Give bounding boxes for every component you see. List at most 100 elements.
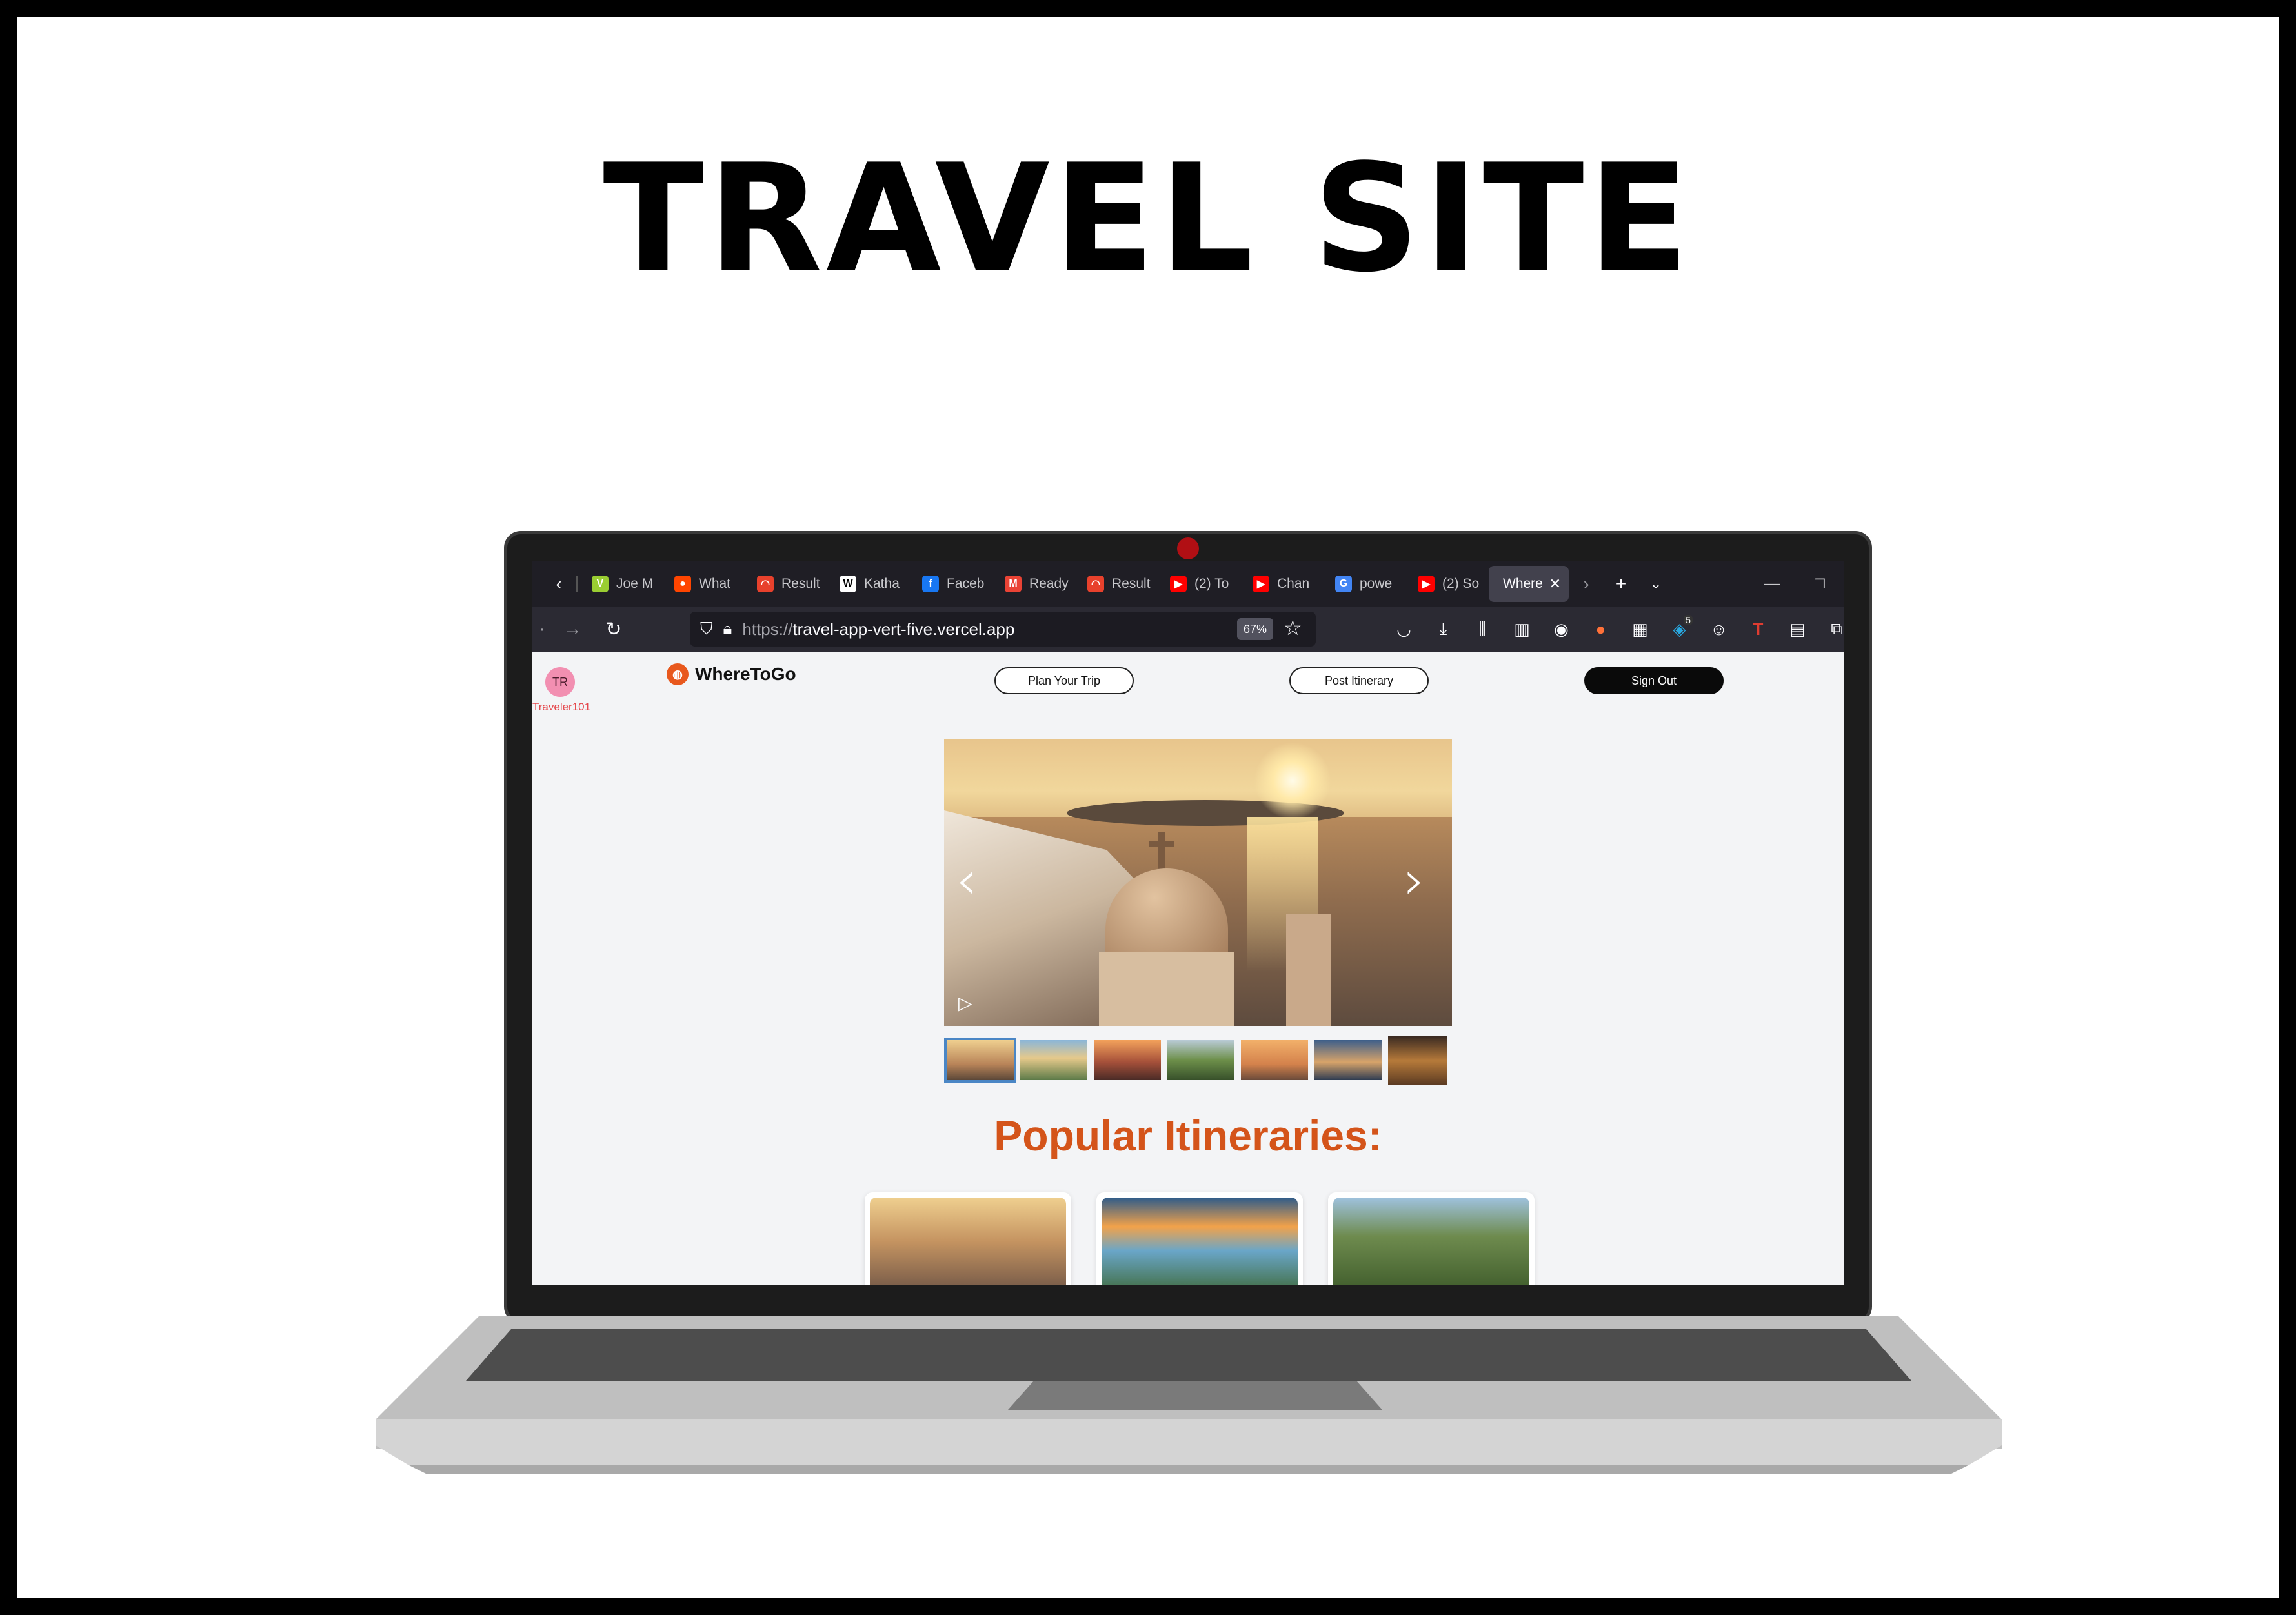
extension-badge-count: 5 [1684, 615, 1693, 625]
bookmark-star-icon[interactable]: ☆ [1284, 616, 1302, 640]
thumbnail-green-valley[interactable] [1167, 1040, 1234, 1080]
forward-button[interactable]: → [552, 611, 593, 647]
post-itinerary-button[interactable]: Post Itinerary [1289, 667, 1429, 694]
tab-label: Joe M [616, 576, 654, 591]
tab-label: Chan [1277, 576, 1310, 591]
thumbnail-santorini[interactable] [944, 1038, 1016, 1083]
thumbnail-harbor-town[interactable] [1314, 1040, 1382, 1080]
user-avatar[interactable]: TR [545, 667, 575, 697]
itinerary-card[interactable] [1096, 1192, 1303, 1285]
lock-icon[interactable]: 🔒︎ [723, 619, 732, 639]
brand-name: WhereToGo [695, 664, 796, 684]
youtube-icon: ▶ [1418, 576, 1435, 592]
gmail-icon: M [1005, 576, 1022, 592]
tab-scroll-right-button[interactable]: › [1569, 566, 1604, 602]
tab-0[interactable]: V Joe M [578, 566, 660, 602]
browser-nav-bar: · → ↻ ⛉ 🔒︎ https://travel-app-vert-five.… [532, 607, 1844, 652]
tab-label: Result [781, 576, 820, 591]
url-host: travel-app-vert-five.vercel.app [792, 619, 1015, 639]
reload-button[interactable]: ↻ [593, 611, 634, 647]
tab-2[interactable]: ◠ Result [743, 566, 825, 602]
toolbar-extensions: ◡ ⤓ ⫼ ▥ ◉ ● ▦ ◈ 5 ☺ T ▤ ⧉ [1384, 607, 1844, 652]
popular-itineraries-heading: Popular Itineraries: [994, 1112, 1382, 1159]
rainbow-icon: ◠ [757, 576, 774, 592]
tab-where-to-go[interactable]: Where ✕ [1489, 566, 1569, 602]
tab-list: V Joe M ● What ◠ Result W Katha f Faceb M Ready ◠ Res… [578, 566, 1486, 602]
zoom-level-button[interactable]: 67% [1237, 618, 1273, 640]
vitally-icon: V [592, 576, 609, 592]
tab-label: Result [1112, 576, 1151, 591]
carousel-next-icon[interactable]: › [1404, 853, 1425, 907]
avatar-extension-icon[interactable]: ☺ [1699, 611, 1738, 647]
tab-7[interactable]: ▶ (2) To [1156, 566, 1238, 602]
close-tab-icon[interactable]: ✕ [1549, 576, 1561, 592]
thumbnail-coastal-meadow[interactable] [1020, 1040, 1087, 1080]
pocket-icon[interactable]: ◡ [1384, 611, 1424, 647]
laptop-screen: ‹ V Joe M ● What ◠ Result W Katha f Faceb M Ready ◠ R… [532, 561, 1844, 1285]
reddit-icon: ● [674, 576, 691, 592]
tab-label: What [699, 576, 731, 591]
wikipedia-icon: W [840, 576, 856, 592]
itinerary-card[interactable] [865, 1192, 1071, 1285]
carousel-thumbnails [944, 1036, 1452, 1085]
tab-label: Faceb [947, 576, 985, 591]
restore-window-button[interactable]: ❐ [1796, 566, 1844, 602]
thumbnail-eiffel-tower[interactable] [1241, 1040, 1308, 1080]
globe-logo-icon: ◍ [667, 663, 689, 685]
extension-bars-icon[interactable]: ▦ [1620, 611, 1660, 647]
duckduckgo-extension-icon[interactable]: ● [1581, 611, 1620, 647]
account-icon[interactable]: ◉ [1542, 611, 1581, 647]
web-page: TR Traveler101 ◍ WhereToGo Plan Your Tri… [532, 652, 1844, 1285]
username[interactable]: Traveler101 [532, 701, 590, 714]
tab-label: (2) To [1194, 576, 1229, 591]
page-title: TRAVEL SITE [603, 133, 1693, 305]
machu-picchu-image [1333, 1198, 1529, 1285]
youtube-icon: ▶ [1253, 576, 1269, 592]
list-all-tabs-button[interactable]: ⌄ [1638, 566, 1673, 602]
santorini-image [870, 1198, 1066, 1285]
tab-label: Ready [1029, 576, 1069, 591]
tab-label: (2) So [1442, 576, 1480, 591]
minimize-window-button[interactable]: — [1748, 566, 1796, 602]
tab-9[interactable]: Gpowe [1321, 566, 1404, 602]
tab-4[interactable]: f Faceb [908, 566, 991, 602]
tab-5[interactable]: M Ready [991, 566, 1073, 602]
back-button[interactable]: · [532, 611, 552, 647]
tab-scroll-left-button[interactable]: ‹ [541, 566, 576, 602]
new-tab-button[interactable]: + [1604, 566, 1638, 602]
carousel-prev-icon[interactable]: ‹ [956, 853, 978, 907]
play-icon[interactable]: ▷ [958, 992, 972, 1014]
tab-8[interactable]: ▶ Chan [1238, 566, 1321, 602]
webcam-icon [1177, 537, 1199, 559]
mountain-lake-image [1102, 1198, 1298, 1285]
library-icon[interactable]: ⫼ [1463, 611, 1502, 647]
laptop-base [376, 1316, 2002, 1474]
container-tabs-icon[interactable]: ▤ [1778, 611, 1817, 647]
hero-carousel[interactable]: ‹ › ▷ [944, 739, 1452, 1026]
google-icon: G [1335, 576, 1352, 592]
tab-label: Where [1503, 576, 1543, 591]
sign-out-button[interactable]: Sign Out [1584, 667, 1724, 694]
youtube-icon: ▶ [1170, 576, 1187, 592]
url-protocol: https:// [742, 619, 793, 639]
t-extension-icon[interactable]: T [1738, 611, 1778, 647]
tab-1[interactable]: ● What [660, 566, 743, 602]
browser-tab-strip: ‹ V Joe M ● What ◠ Result W Katha f Faceb M Ready ◠ R… [532, 561, 1844, 607]
itinerary-card[interactable] [1328, 1192, 1535, 1285]
tab-3[interactable]: W Katha [825, 566, 908, 602]
rainbow-icon: ◠ [1087, 576, 1104, 592]
tab-6[interactable]: ◠ Result [1073, 566, 1156, 602]
plan-your-trip-button[interactable]: Plan Your Trip [994, 667, 1134, 694]
tab-label: Katha [864, 576, 900, 591]
downloads-icon[interactable]: ⤓ [1424, 611, 1463, 647]
thumbnail-temple-ruins[interactable] [1388, 1036, 1447, 1085]
sidebar-icon[interactable]: ▥ [1502, 611, 1542, 647]
address-bar[interactable]: ⛉ 🔒︎ https://travel-app-vert-five.vercel… [690, 612, 1316, 647]
tab-label: powe [1360, 576, 1393, 591]
extension-badge-icon[interactable]: ◈ 5 [1660, 611, 1699, 647]
site-logo[interactable]: ◍ WhereToGo [667, 663, 796, 685]
thumbnail-canyon-sunset[interactable] [1094, 1040, 1161, 1080]
extensions-puzzle-icon[interactable]: ⧉ [1817, 611, 1844, 647]
tracking-protection-shield-icon[interactable]: ⛉ [700, 619, 713, 639]
tab-10[interactable]: ▶ (2) So [1404, 566, 1486, 602]
